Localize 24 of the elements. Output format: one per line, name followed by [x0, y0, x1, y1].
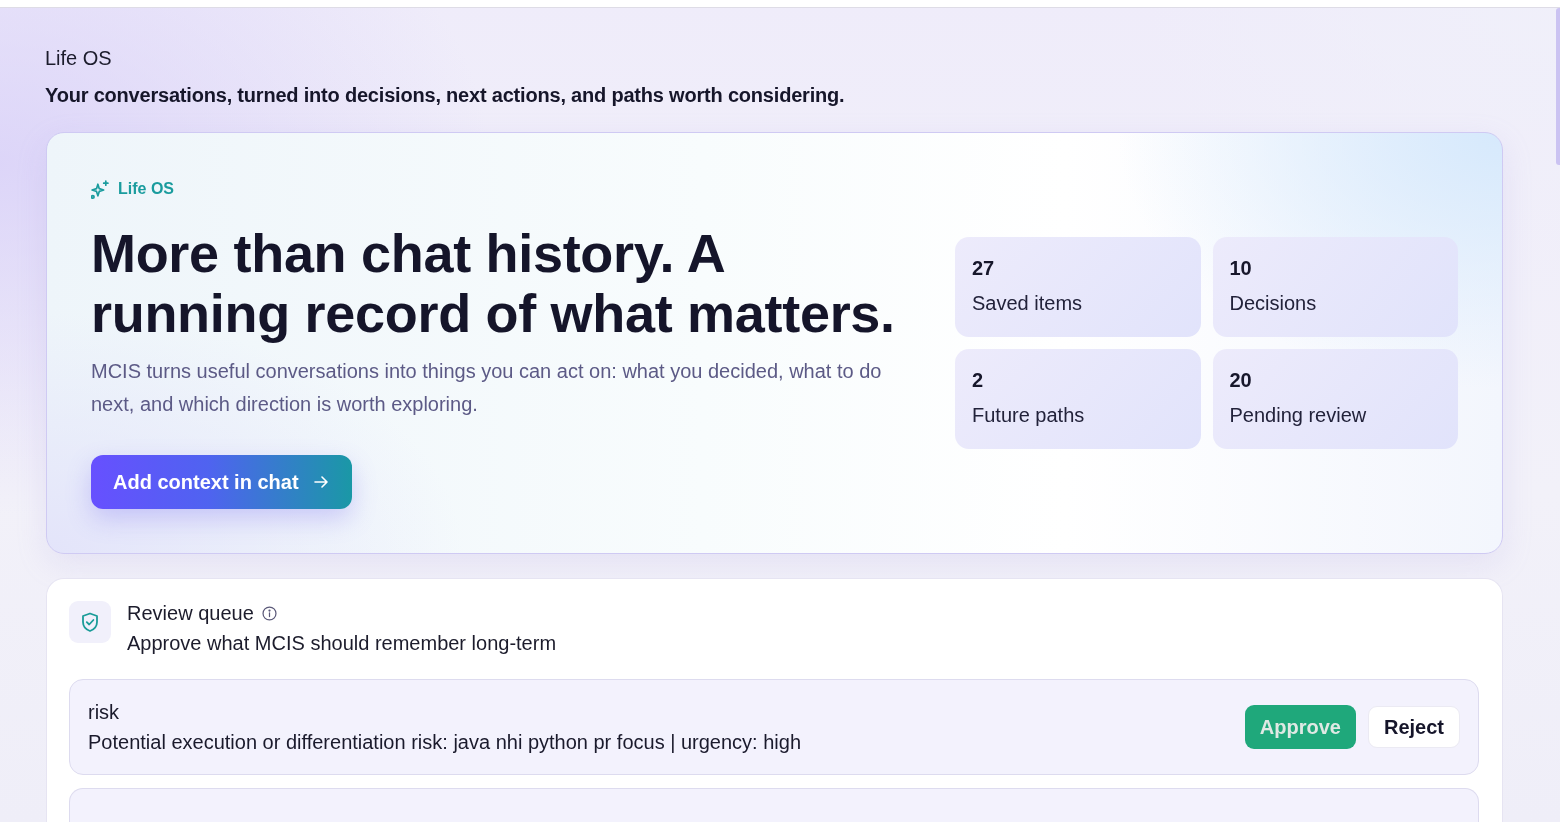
stat-value: 2 [972, 368, 984, 393]
review-queue-subtitle: Approve what MCIS should remember long-term [127, 631, 557, 655]
stat-label: Saved items [972, 291, 1083, 315]
stat-value: 27 [972, 256, 995, 281]
reject-button[interactable]: Reject [1367, 706, 1460, 748]
page-subtitle: Your conversations, turned into decisions, next actions, and paths worth considering. [45, 83, 845, 108]
add-context-button[interactable]: Add context in chat [91, 455, 352, 509]
scrollbar-thumb[interactable] [1556, 8, 1560, 165]
stat-value: 20 [1229, 368, 1252, 393]
stat-label: Decisions [1229, 291, 1317, 315]
review-queue-title: Review queue [127, 601, 254, 625]
page-title: Life OS [45, 46, 112, 70]
stat-value: 10 [1229, 256, 1252, 281]
shield-check-icon [69, 601, 111, 643]
arrow-right-icon [313, 476, 328, 488]
info-icon[interactable] [261, 605, 277, 621]
item-description: Potential execution or differentiation risk: java nhi python pr focus | urgency: high [88, 730, 802, 755]
item-category: risk [88, 700, 120, 725]
sparkle-icon [91, 179, 109, 199]
hero-description: MCIS turns useful conversations into things you can act on: what you decided, what to do next, and which direction is worth exploring. [91, 359, 883, 417]
badge-label: Life OS [118, 179, 174, 199]
hero-headline: More than chat history. A running record of what matters. [91, 223, 896, 343]
stat-label: Pending review [1229, 403, 1367, 427]
stat-label: Future paths [972, 403, 1085, 427]
